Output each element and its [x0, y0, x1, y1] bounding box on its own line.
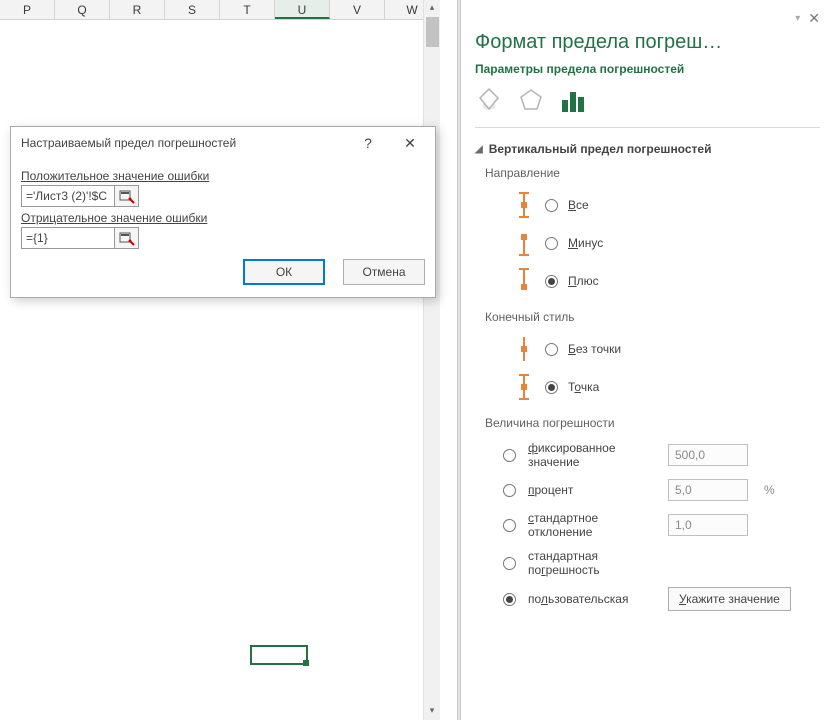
- effects-tab-icon[interactable]: [517, 86, 545, 117]
- pane-title: Формат предела погреш…: [475, 31, 820, 54]
- negative-range-selector-button[interactable]: [115, 227, 139, 249]
- minus-direction-icon: [513, 229, 535, 257]
- endstyle-group-label: Конечный стиль: [485, 310, 820, 324]
- radio[interactable]: [503, 593, 516, 606]
- column-header-R[interactable]: R: [110, 0, 165, 19]
- positive-error-label: Положительное значение ошибки: [21, 169, 425, 183]
- stddev-value-input[interactable]: [668, 514, 748, 536]
- radio[interactable]: [545, 381, 558, 394]
- spreadsheet-area[interactable]: PQRSTUVW ▴ ▾: [0, 0, 440, 720]
- percent-value-input[interactable]: [668, 479, 748, 501]
- negative-error-label: Отрицательное значение ошибки: [21, 211, 425, 225]
- cap-icon: [513, 373, 535, 401]
- sheet-scrollbar[interactable]: ▴ ▾: [423, 0, 440, 720]
- option-label: Плюс: [568, 274, 599, 288]
- help-button[interactable]: ?: [347, 133, 389, 153]
- option-label: пользовательская: [528, 592, 658, 606]
- specify-value-button[interactable]: Укажите значение: [668, 587, 791, 611]
- amount-group-label: Величина погрешности: [485, 416, 820, 430]
- scroll-up-icon[interactable]: ▴: [424, 0, 440, 17]
- negative-error-input[interactable]: [21, 227, 115, 249]
- column-header-P[interactable]: P: [0, 0, 55, 19]
- close-button[interactable]: ✕: [389, 133, 431, 153]
- scroll-down-icon[interactable]: ▾: [424, 703, 440, 720]
- fill-line-tab-icon[interactable]: [475, 86, 503, 117]
- ok-button[interactable]: ОК: [243, 259, 325, 285]
- direction-option-minus[interactable]: Минус: [475, 224, 820, 262]
- dialog-titlebar: Настраиваемый предел погрешностей ? ✕: [11, 127, 435, 159]
- percent-suffix: %: [764, 483, 775, 497]
- radio[interactable]: [503, 557, 516, 570]
- amount-option-percent[interactable]: процент %: [475, 474, 820, 506]
- column-header-T[interactable]: T: [220, 0, 275, 19]
- option-label: Точка: [568, 380, 599, 394]
- cancel-button[interactable]: Отмена: [343, 259, 425, 285]
- radio[interactable]: [545, 343, 558, 356]
- direction-option-plus[interactable]: Плюс: [475, 262, 820, 300]
- dialog-title: Настраиваемый предел погрешностей: [21, 136, 347, 150]
- active-cell[interactable]: [250, 645, 308, 665]
- radio[interactable]: [545, 237, 558, 250]
- pane-menu-icon[interactable]: ▾: [795, 13, 800, 24]
- fixed-value-input[interactable]: [668, 444, 748, 466]
- amount-option-stddev[interactable]: стандартное отклонение: [475, 506, 820, 544]
- pane-subtitle[interactable]: Параметры предела погрешностей: [475, 62, 820, 76]
- column-header-U[interactable]: U: [275, 0, 330, 19]
- radio[interactable]: [503, 519, 516, 532]
- option-label: стандартная погрешность: [528, 549, 658, 577]
- direction-group-label: Направление: [485, 166, 820, 180]
- positive-error-input[interactable]: [21, 185, 115, 207]
- direction-option-all[interactable]: Все: [475, 186, 820, 224]
- option-label: Минус: [568, 236, 603, 250]
- both-direction-icon: [513, 191, 535, 219]
- endstyle-option-nocap[interactable]: Без точки: [475, 330, 820, 368]
- section-header[interactable]: ◢ Вертикальный предел погрешностей: [475, 142, 820, 156]
- column-headers: PQRSTUVW: [0, 0, 440, 20]
- radio[interactable]: [545, 275, 558, 288]
- positive-range-selector-button[interactable]: [115, 185, 139, 207]
- column-header-Q[interactable]: Q: [55, 0, 110, 19]
- scroll-thumb[interactable]: [426, 17, 439, 47]
- option-label: Без точки: [568, 342, 621, 356]
- option-label: процент: [528, 483, 658, 497]
- option-label: стандартное отклонение: [528, 511, 658, 539]
- error-bar-options-tab-icon[interactable]: [559, 86, 587, 117]
- radio[interactable]: [503, 449, 516, 462]
- no-cap-icon: [513, 335, 535, 363]
- endstyle-option-cap[interactable]: Точка: [475, 368, 820, 406]
- column-header-S[interactable]: S: [165, 0, 220, 19]
- option-label: Все: [568, 198, 589, 212]
- amount-option-fixed[interactable]: фиксированное значение: [475, 436, 820, 474]
- pane-close-icon[interactable]: ✕: [808, 10, 820, 27]
- format-error-bars-pane: ▾ ✕ Формат предела погреш… Параметры пре…: [461, 0, 834, 720]
- amount-option-custom[interactable]: пользовательская Укажите значение: [475, 582, 820, 616]
- plus-direction-icon: [513, 267, 535, 295]
- pane-tabs: [475, 86, 820, 128]
- collapse-icon: ◢: [475, 144, 483, 155]
- amount-option-stderr[interactable]: стандартная погрешность: [475, 544, 820, 582]
- custom-error-bars-dialog: Настраиваемый предел погрешностей ? ✕ По…: [10, 126, 436, 298]
- column-header-V[interactable]: V: [330, 0, 385, 19]
- radio[interactable]: [545, 199, 558, 212]
- option-label: фиксированное значение: [528, 441, 658, 469]
- radio[interactable]: [503, 484, 516, 497]
